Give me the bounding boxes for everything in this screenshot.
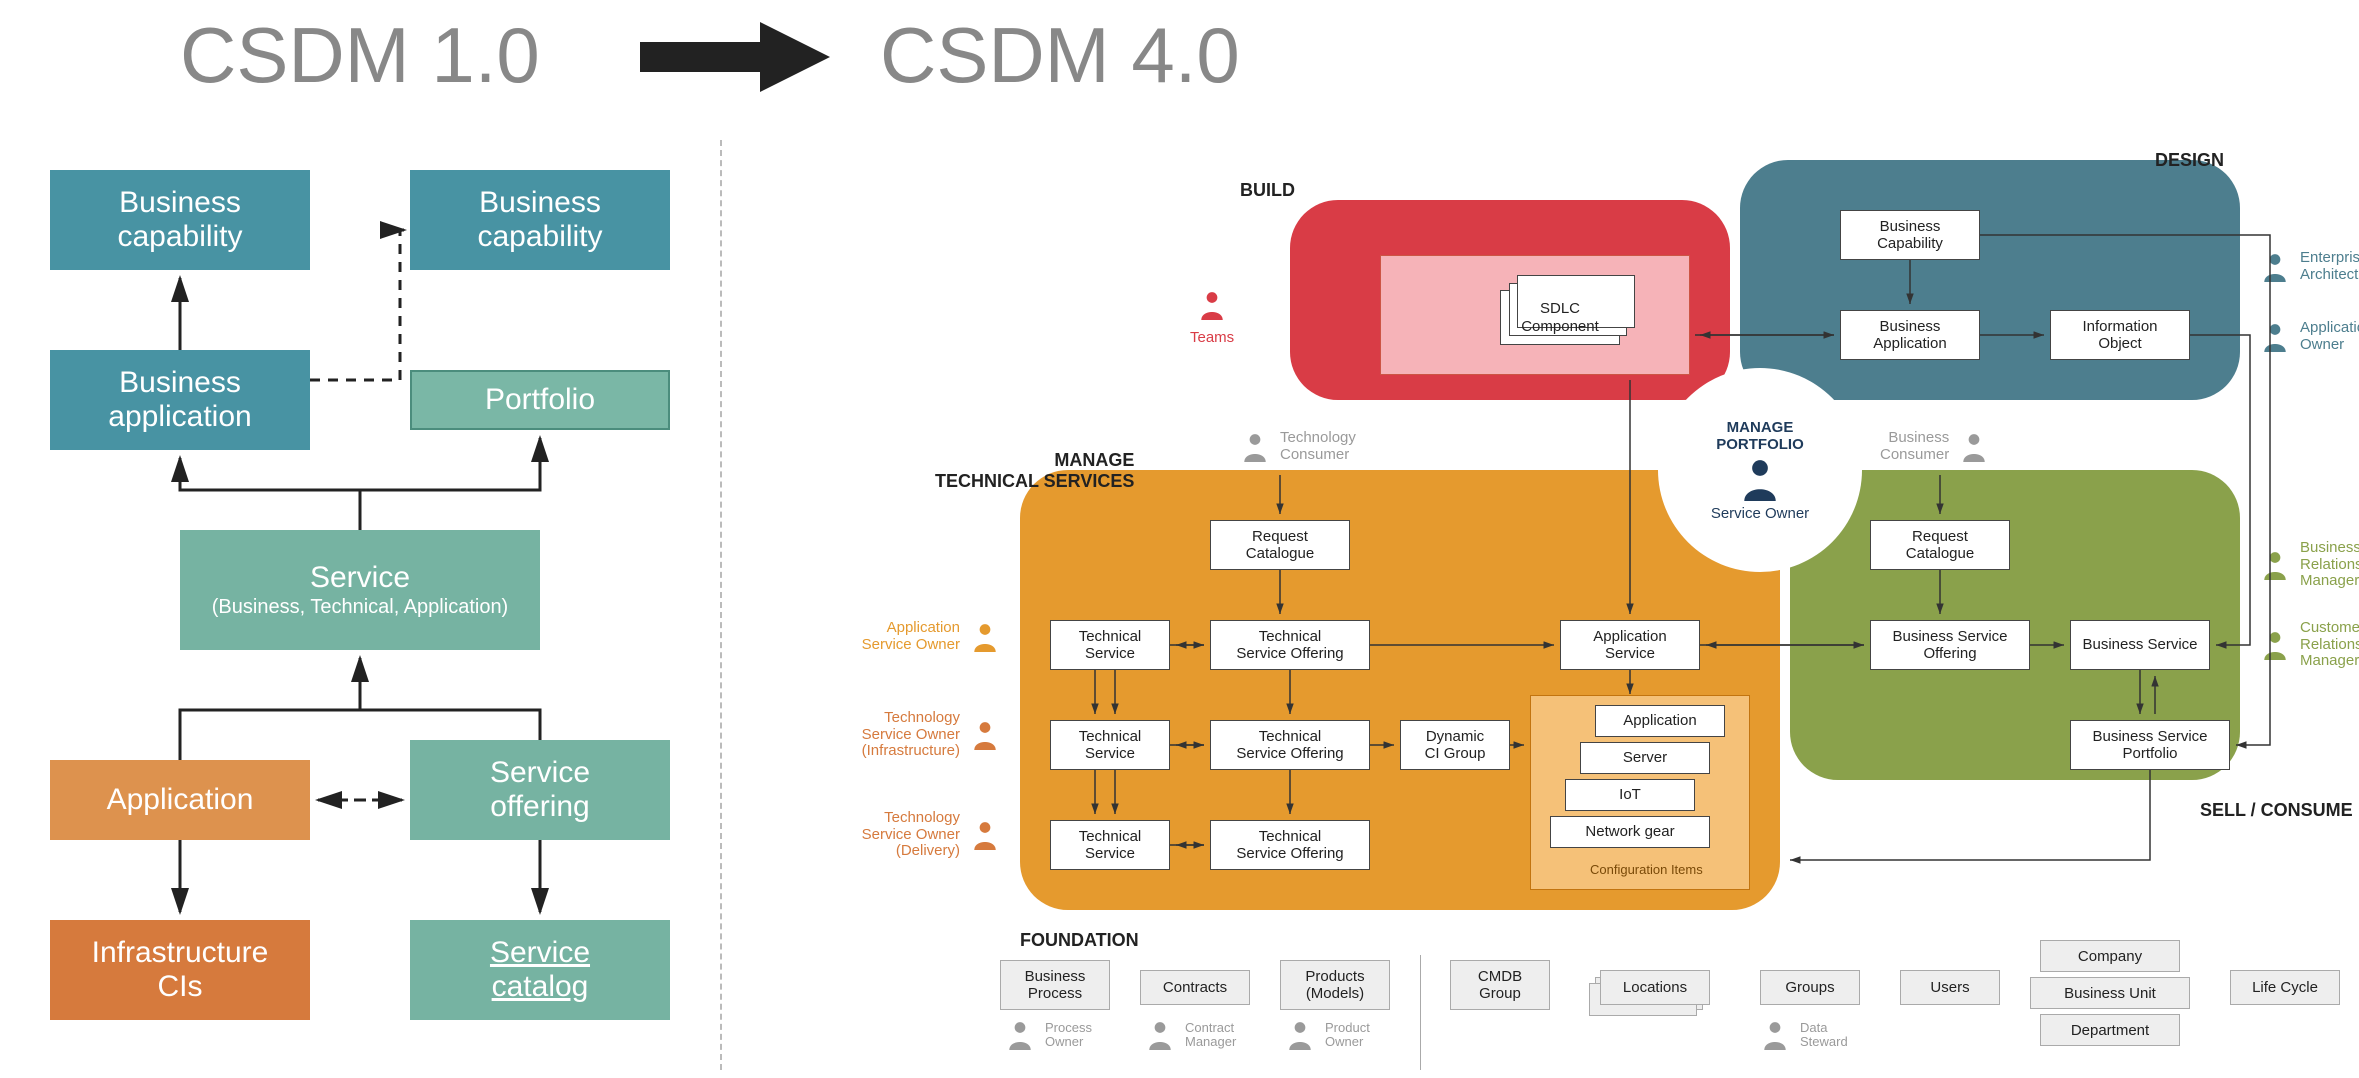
right-arrows	[0, 0, 2359, 1078]
mp-top: MANAGE	[1727, 419, 1794, 436]
manage-portfolio-circle: MANAGEPORTFOLIO Service Owner	[1660, 370, 1860, 570]
service-owner-icon	[1740, 457, 1780, 501]
mp-role: Service Owner	[1711, 505, 1809, 522]
mp-bottom: PORTFOLIO	[1716, 436, 1804, 453]
